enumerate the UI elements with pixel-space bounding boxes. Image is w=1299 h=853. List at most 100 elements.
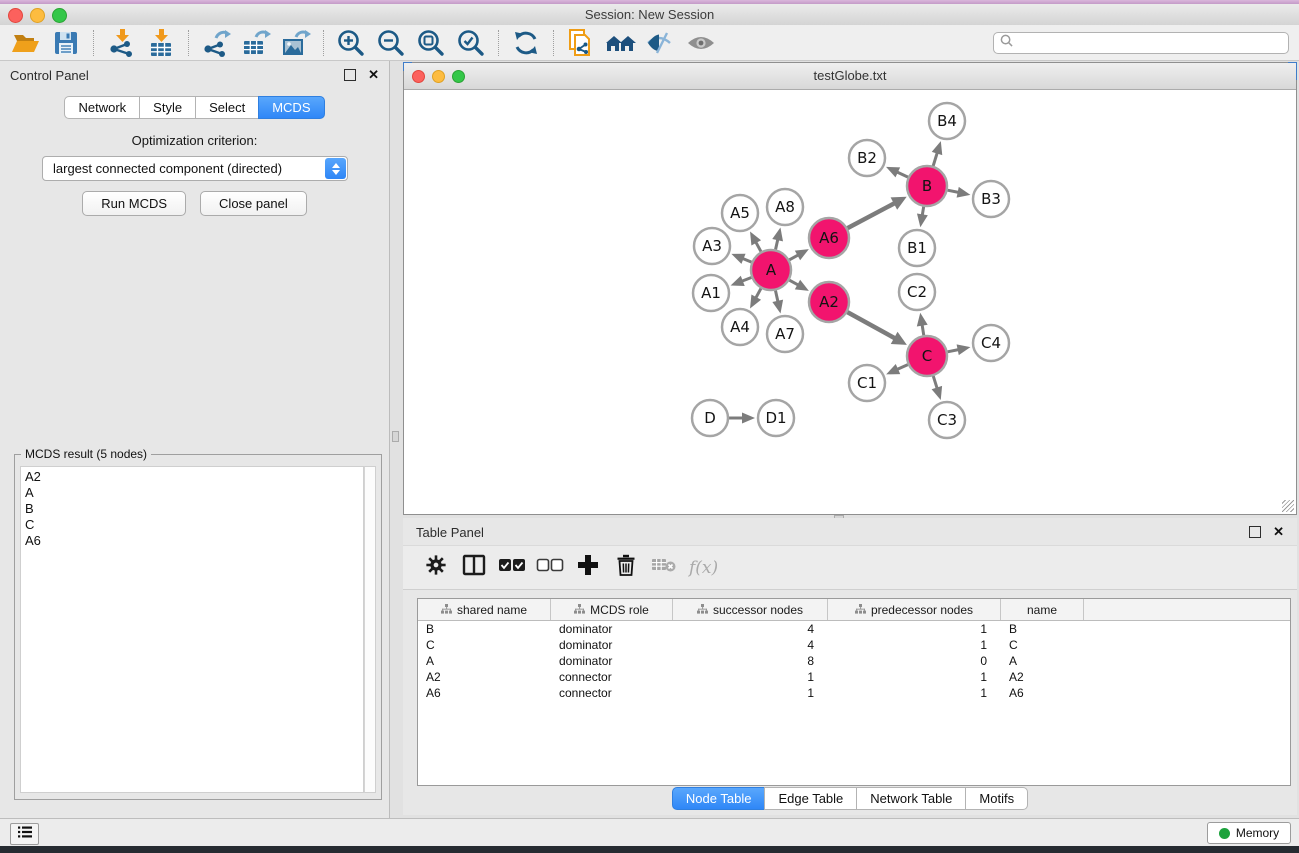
table-cell[interactable]: dominator [551,622,673,636]
edge-B-B3[interactable] [948,190,960,192]
edge-A-A8[interactable] [776,239,778,250]
node-A3[interactable]: A3 [694,228,730,264]
export-image-button[interactable] [276,27,316,59]
node-B2[interactable]: B2 [849,140,885,176]
tab-style[interactable]: Style [139,96,196,119]
edge-A-A3[interactable] [742,258,751,262]
search-input[interactable] [1018,35,1282,51]
column-header-name[interactable]: name [1001,599,1084,620]
mcds-result-item[interactable]: C [25,517,363,533]
node-A2[interactable]: A2 [809,282,849,322]
table-cell[interactable]: C [1001,638,1084,652]
table-cell[interactable]: 4 [673,622,828,636]
table-cell[interactable]: B [418,622,551,636]
export-network-button[interactable] [196,27,236,59]
criterion-dropdown[interactable]: largest connected component (directed) [42,156,348,181]
tab-network[interactable]: Network [64,96,140,119]
run-mcds-button[interactable]: Run MCDS [82,191,186,216]
table-cell[interactable]: 1 [673,686,828,700]
node-B1[interactable]: B1 [899,230,935,266]
tab-network-table[interactable]: Network Table [856,787,966,810]
table-cell[interactable]: 1 [828,622,1001,636]
hide-selected-button[interactable] [641,27,681,59]
table-cell[interactable]: A6 [1001,686,1084,700]
zoom-in-button[interactable] [331,27,371,59]
delete-table-button[interactable] [645,553,683,583]
table-cell[interactable]: 1 [673,670,828,684]
table-cell[interactable]: connector [551,670,673,684]
table-row[interactable]: A6connector11A6 [418,685,1290,701]
node-C1[interactable]: C1 [849,365,885,401]
column-header-MCDS-role[interactable]: MCDS role [551,599,673,620]
network-canvas[interactable]: B4B2BB3A8A5A6A3B1AC2A1A2A4A7C4CC1DD1C3 [404,90,1296,514]
table-cell[interactable]: A2 [1001,670,1084,684]
tab-edge-table[interactable]: Edge Table [764,787,857,810]
table-cell[interactable]: 8 [673,654,828,668]
edge-A-A5[interactable] [756,242,761,252]
column-header-successor-nodes[interactable]: successor nodes [673,599,828,620]
zoom-out-button[interactable] [371,27,411,59]
edge-C-C1[interactable] [897,365,908,370]
zoom-fit-button[interactable] [411,27,451,59]
resize-grip-icon[interactable] [1282,500,1294,512]
mcds-result-item[interactable]: A6 [25,533,363,549]
zoom-window-button[interactable] [52,8,67,23]
table-cell[interactable]: A6 [418,686,551,700]
table-cell[interactable]: 1 [828,670,1001,684]
edge-A-A6[interactable] [789,255,798,260]
edge-A-A7[interactable] [775,291,778,303]
table-cell[interactable]: B [1001,622,1084,636]
node-C4[interactable]: C4 [973,325,1009,361]
minimize-window-button[interactable] [30,8,45,23]
memory-button[interactable]: Memory [1207,822,1291,844]
node-table[interactable]: shared nameMCDS rolesuccessor nodesprede… [417,598,1291,786]
splitter-handle-vertical[interactable] [392,431,399,442]
app-titlebar[interactable]: Session: New Session [0,4,1299,26]
select-all-button[interactable] [493,553,531,583]
table-cell[interactable]: connector [551,686,673,700]
show-all-button[interactable] [681,27,721,59]
table-row[interactable]: A2connector11A2 [418,669,1290,685]
node-A[interactable]: A [751,250,791,290]
table-cell[interactable]: dominator [551,654,673,668]
node-table-header[interactable]: shared nameMCDS rolesuccessor nodesprede… [418,599,1290,621]
node-C3[interactable]: C3 [929,402,965,438]
new-network-from-selection-button[interactable] [561,27,601,59]
node-A8[interactable]: A8 [767,189,803,225]
network-window[interactable]: testGlobe.txt B4B2BB3A8A5A6A3B1AC2A1A2A4… [403,62,1297,515]
edge-B-B4[interactable] [933,152,937,166]
edge-B-B2[interactable] [896,172,908,177]
network-window-titlebar[interactable]: testGlobe.txt [404,63,1296,90]
table-options-button[interactable] [417,553,455,583]
table-cell[interactable]: 0 [828,654,1001,668]
node-A7[interactable]: A7 [767,316,803,352]
open-session-button[interactable] [6,27,46,59]
node-D[interactable]: D [692,400,728,436]
column-header-shared-name[interactable]: shared name [418,599,551,620]
table-row[interactable]: Cdominator41C [418,637,1290,653]
zoom-selected-button[interactable] [451,27,491,59]
column-header-predecessor-nodes[interactable]: predecessor nodes [828,599,1001,620]
toggle-view-button[interactable] [455,553,493,583]
export-table-button[interactable] [236,27,276,59]
table-cell[interactable]: 4 [673,638,828,652]
add-column-button[interactable] [569,553,607,583]
save-session-button[interactable] [46,27,86,59]
search-field[interactable] [993,32,1289,54]
first-neighbors-button[interactable] [601,27,641,59]
tab-node-table[interactable]: Node Table [672,787,766,810]
node-table-body[interactable]: Bdominator41BCdominator41CAdominator80AA… [418,621,1290,701]
node-B4[interactable]: B4 [929,103,965,139]
tab-select[interactable]: Select [195,96,259,119]
tab-motifs[interactable]: Motifs [965,787,1028,810]
import-network-button[interactable] [101,27,141,59]
node-A4[interactable]: A4 [722,309,758,345]
node-B[interactable]: B [907,166,947,206]
mcds-result-item[interactable]: B [25,501,363,517]
node-D1[interactable]: D1 [758,400,794,436]
close-network-button[interactable] [412,70,425,83]
task-history-button[interactable] [10,823,39,845]
table-cell[interactable]: 1 [828,638,1001,652]
node-C[interactable]: C [907,336,947,376]
mcds-result-scrollbar[interactable] [364,466,376,793]
